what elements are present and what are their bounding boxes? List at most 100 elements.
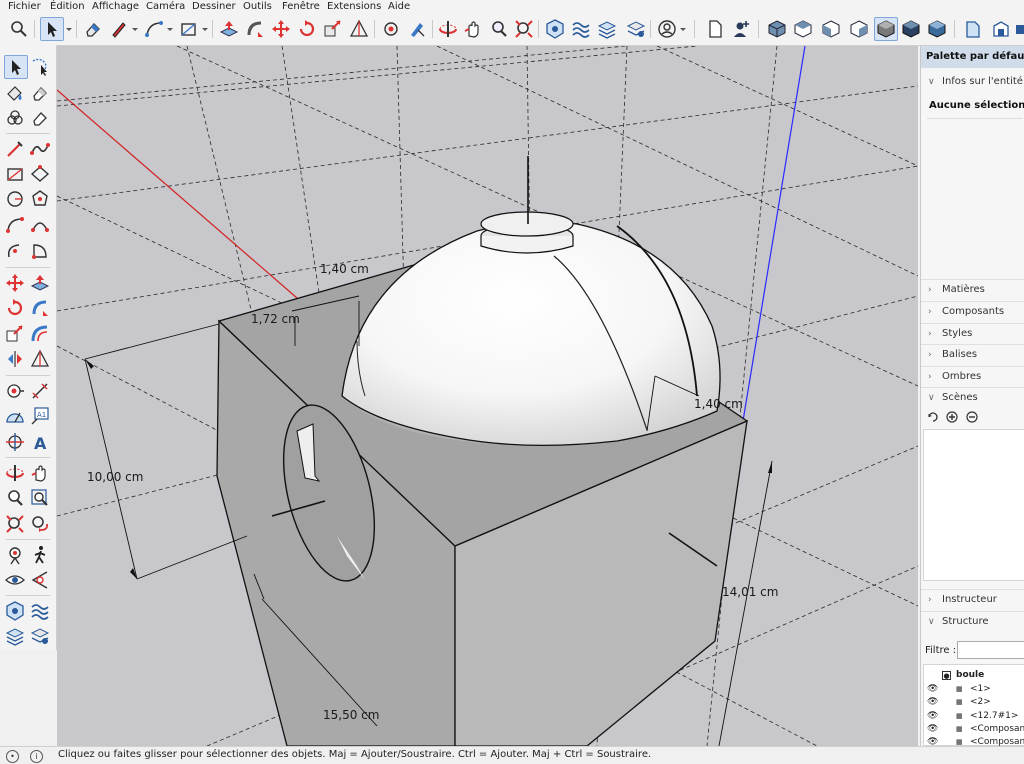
menu-fichier[interactable]: Fichier	[8, 0, 41, 13]
section-instructeur[interactable]: › Instructeur	[921, 589, 1024, 610]
tape-measure-icon[interactable]	[348, 18, 370, 40]
menu-aide[interactable]: Aide	[388, 0, 410, 13]
protractor-tool-icon[interactable]	[4, 405, 26, 427]
move-tool-icon[interactable]	[4, 272, 26, 294]
outliner-item[interactable]: 👁 ▦ <12.7#1>	[921, 710, 1024, 723]
lasso-select-icon[interactable]	[29, 55, 51, 77]
right-view-icon[interactable]	[848, 18, 870, 40]
scenes-list[interactable]	[923, 429, 1024, 581]
iso-view-icon[interactable]	[766, 18, 788, 40]
pencil-dropdown-icon[interactable]	[130, 18, 140, 40]
section-plane-tool-icon[interactable]	[29, 569, 51, 591]
polygon-tool-icon[interactable]	[29, 188, 51, 210]
two-point-arc-icon[interactable]	[29, 214, 51, 236]
push-pull-icon[interactable]	[218, 18, 240, 40]
top-view-icon[interactable]	[792, 18, 814, 40]
section-scenes[interactable]: ∨ Scènes	[921, 387, 1024, 408]
offset-tool-icon[interactable]	[29, 323, 51, 345]
eye-icon[interactable]: 👁	[927, 683, 938, 696]
rectangle-dropdown-icon[interactable]	[200, 18, 210, 40]
layers-icon[interactable]	[596, 18, 618, 40]
text-tool-icon[interactable]: A1	[29, 405, 51, 427]
axes-tool-icon[interactable]	[4, 431, 26, 453]
warehouse-icon[interactable]	[990, 18, 1012, 40]
account-icon[interactable]	[656, 18, 678, 40]
triangle-tool-icon[interactable]	[29, 348, 51, 370]
geolocation-icon[interactable]: •	[6, 750, 19, 763]
rotate-icon[interactable]	[296, 18, 318, 40]
rotated-rectangle-icon[interactable]	[29, 163, 51, 185]
zoom-window-icon[interactable]	[29, 487, 51, 509]
section-styles[interactable]: › Styles	[921, 323, 1024, 344]
rectangle-icon[interactable]	[178, 18, 200, 40]
add-scene-icon[interactable]	[946, 411, 958, 423]
orbit-tool-icon[interactable]	[4, 462, 26, 484]
flip-tool-icon[interactable]	[4, 348, 26, 370]
layers-left-icon[interactable]	[4, 625, 26, 647]
menu-outils[interactable]: Outils	[243, 0, 272, 13]
orbit-icon[interactable]	[406, 18, 428, 40]
scale-icon[interactable]	[322, 18, 344, 40]
zoom-tool-icon[interactable]	[4, 487, 26, 509]
position-camera-icon[interactable]	[4, 544, 26, 566]
section-ombres[interactable]: › Ombres	[921, 366, 1024, 387]
search-icon[interactable]	[8, 18, 30, 40]
eraser-tool-icon[interactable]	[29, 82, 51, 104]
pie-tool-icon[interactable]	[29, 240, 51, 262]
menu-affichage[interactable]: Affichage	[92, 0, 139, 13]
walk-tool-icon[interactable]	[29, 544, 51, 566]
follow-me-tool-icon[interactable]	[29, 297, 51, 319]
eye-icon[interactable]: 👁	[927, 696, 938, 709]
previous-view-icon[interactable]	[29, 513, 51, 535]
tape-measure-tool-icon[interactable]	[4, 380, 26, 402]
zoom-extents-tool-icon[interactable]	[4, 513, 26, 535]
menu-extensions[interactable]: Extensions	[327, 0, 381, 13]
arc-icon[interactable]	[143, 18, 165, 40]
circle-tool-icon[interactable]	[4, 188, 26, 210]
arc-dropdown-icon[interactable]	[165, 18, 175, 40]
menu-camera[interactable]: Caméra	[146, 0, 185, 13]
menu-dessiner[interactable]: Dessiner	[192, 0, 236, 13]
select-dropdown-icon[interactable]	[64, 18, 74, 40]
sandbox-left-icon[interactable]	[29, 600, 51, 622]
follow-me-icon[interactable]	[244, 18, 266, 40]
dome[interactable]	[341, 221, 721, 446]
pan-icon[interactable]	[462, 18, 484, 40]
outliner-item[interactable]: 👁 ▦ <Composan	[921, 736, 1024, 746]
select-arrow-icon[interactable]	[40, 17, 64, 41]
account-dropdown-icon[interactable]	[678, 18, 688, 40]
refresh-icon[interactable]	[927, 411, 939, 423]
remove-scene-icon[interactable]	[966, 411, 978, 423]
rotate-tool-icon[interactable]	[4, 297, 26, 319]
paint-bucket-icon[interactable]	[380, 18, 402, 40]
section-matieres[interactable]: › Matières	[921, 279, 1024, 300]
textured-style-icon[interactable]	[900, 18, 922, 40]
dimension-tool-icon[interactable]	[29, 380, 51, 402]
outliner-item[interactable]: 👁 ▦ <2>	[921, 696, 1024, 709]
eraser-icon[interactable]	[82, 18, 104, 40]
front-view-icon[interactable]	[820, 18, 842, 40]
menu-edition[interactable]: Édition	[50, 0, 85, 13]
solid-tools-icon[interactable]	[544, 18, 566, 40]
arc-tool-icon[interactable]	[4, 214, 26, 236]
rectangle-tool-icon[interactable]	[4, 163, 26, 185]
eye-icon[interactable]: 👁	[927, 736, 938, 746]
paint-bucket-tool-icon[interactable]	[4, 82, 26, 104]
three-point-arc-icon[interactable]	[4, 240, 26, 262]
tag-eraser-icon[interactable]	[29, 107, 51, 129]
zoom-extents-icon[interactable]	[513, 18, 535, 40]
move-icon[interactable]	[270, 18, 292, 40]
outliner-item[interactable]: 👁 ▦ <1>	[921, 683, 1024, 696]
pan-tool-icon[interactable]	[29, 462, 51, 484]
3d-text-icon[interactable]: A	[29, 431, 51, 453]
eye-icon[interactable]: 👁	[927, 710, 938, 723]
look-around-icon[interactable]	[4, 569, 26, 591]
push-pull-tool-icon[interactable]	[29, 272, 51, 294]
component-icon[interactable]	[962, 18, 984, 40]
model-viewport[interactable]: 1,40 cm 1,72 cm 10,00 cm 1,40 cm 14,01 c…	[57, 46, 918, 746]
more-icon[interactable]	[1014, 18, 1024, 40]
user-add-icon[interactable]	[730, 18, 752, 40]
document-icon[interactable]	[704, 18, 726, 40]
select-tool-icon[interactable]	[4, 55, 28, 79]
tag-tool-icon[interactable]	[4, 107, 26, 129]
